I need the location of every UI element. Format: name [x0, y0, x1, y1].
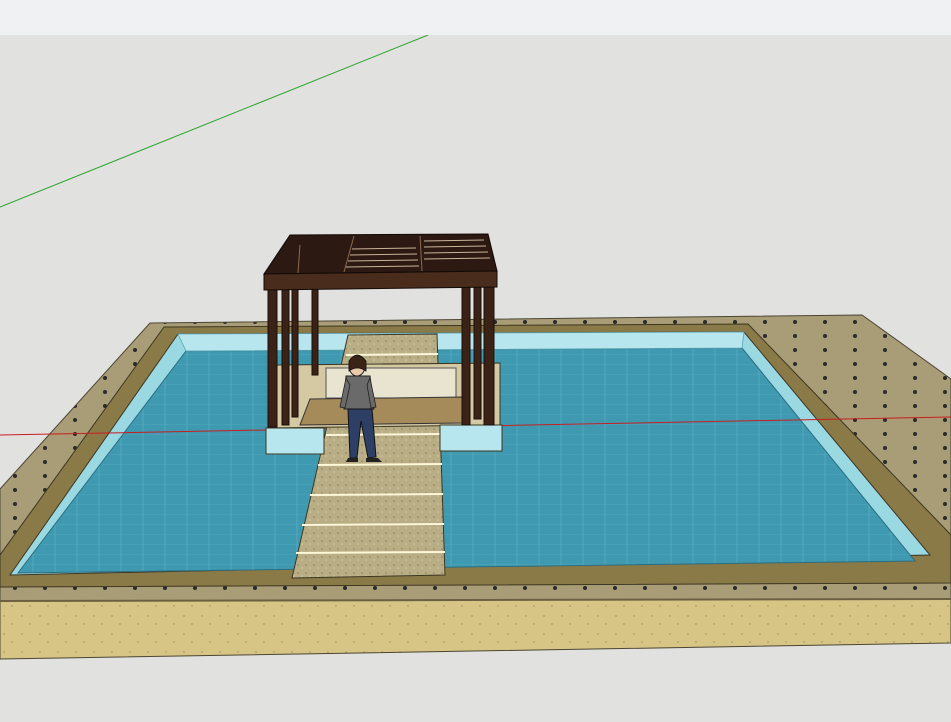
terrace-front-face	[0, 598, 951, 660]
sketchup-window	[0, 0, 951, 722]
pool-back-wall	[177, 331, 745, 352]
3d-viewport[interactable]	[0, 35, 951, 722]
toolbar-strip	[0, 0, 951, 36]
model-scene	[0, 35, 951, 660]
pavilion-base-right	[439, 424, 503, 452]
pergola-roof-fascia	[263, 270, 498, 291]
pavilion-inner-floor	[299, 396, 463, 426]
pavilion-base-left	[265, 427, 325, 455]
green-axis-line	[0, 35, 429, 208]
